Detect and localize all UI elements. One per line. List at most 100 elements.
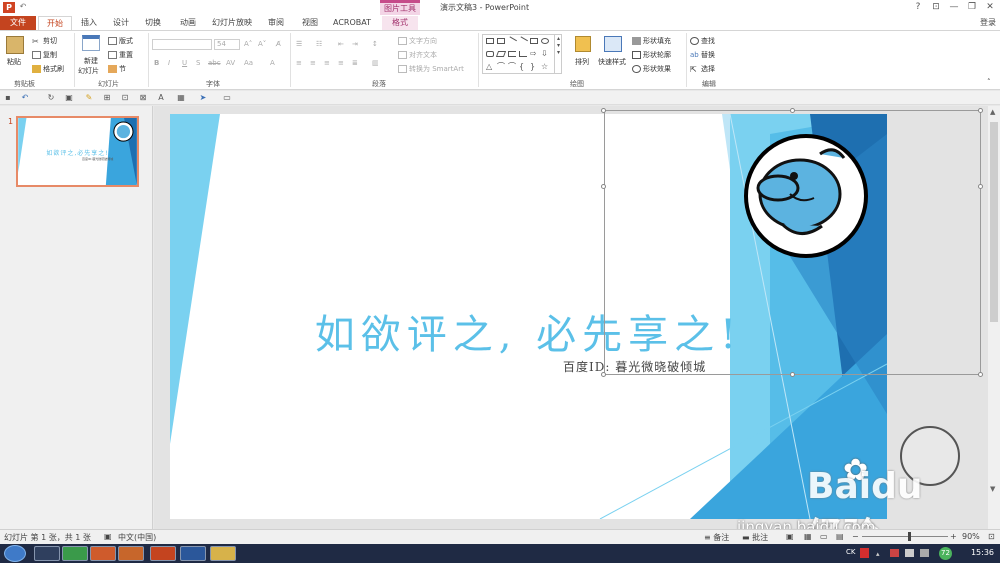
resize-handle[interactable] [978, 108, 983, 113]
tray-arrow-icon[interactable]: ▴ [876, 550, 880, 558]
align-text-button[interactable]: 对齐文本 [398, 50, 437, 60]
bold-icon[interactable]: B [154, 59, 159, 67]
shrink-font-icon[interactable]: A˅ [258, 40, 266, 48]
undo-icon[interactable]: ↶ [18, 2, 28, 12]
section-button[interactable]: 节 [108, 64, 126, 74]
paste-button[interactable]: 粘贴 [7, 57, 21, 67]
shape-bracket-icon[interactable] [508, 51, 516, 57]
shadow-icon[interactable]: S [196, 59, 200, 67]
copy-button[interactable]: 复制 [32, 50, 57, 60]
new-slide-label-2[interactable]: 幻灯片 [78, 66, 99, 76]
quick-styles-icon[interactable] [604, 36, 622, 52]
font-color-icon[interactable]: A [270, 59, 275, 67]
justify-icon[interactable]: ≡ [338, 59, 344, 67]
arrow-style-icon[interactable]: ➤ [198, 93, 208, 103]
save-icon[interactable]: ▪ [3, 93, 13, 103]
spellcheck-icon[interactable]: ▣ [104, 532, 112, 541]
tab-view[interactable]: 视图 [296, 16, 324, 30]
font-name-combo[interactable] [152, 39, 212, 50]
align-objects-icon[interactable]: ⊞ [102, 93, 112, 103]
shape-outline-button[interactable]: 形状轮廓 [632, 50, 671, 60]
taskbar-folder-icon[interactable] [210, 546, 236, 561]
taskbar-clock[interactable]: 15:36 [971, 548, 994, 557]
indent-decrease-icon[interactable]: ⇤ [338, 40, 344, 48]
arrange-icon[interactable] [575, 36, 591, 52]
shapes-gallery[interactable]: ⇨ ⇩ △ ⌒ ⌒ { } ☆ ▴ ▾ ▾ [482, 34, 562, 74]
tray-flag-icon[interactable] [890, 549, 899, 557]
arrange-label[interactable]: 排列 [575, 57, 589, 67]
ribbon-display-icon[interactable]: ⊡ [929, 1, 943, 14]
shape-curve-icon[interactable]: ⌒ [497, 63, 505, 71]
shape-triangle-icon[interactable]: △ [486, 63, 494, 71]
align-left-icon[interactable]: ≡ [296, 59, 302, 67]
shape-effects-button[interactable]: 形状效果 [632, 64, 671, 74]
tab-review[interactable]: 审阅 [262, 16, 290, 30]
resize-handle[interactable] [790, 372, 795, 377]
login-link[interactable]: 登录 [980, 17, 996, 28]
tab-slideshow[interactable]: 幻灯片放映 [208, 16, 256, 30]
resize-handle[interactable] [978, 184, 983, 189]
change-case-icon[interactable]: Aa [244, 59, 253, 67]
tab-design[interactable]: 设计 [108, 16, 134, 30]
select-button[interactable]: ⇱ 选择 [690, 64, 715, 74]
taskbar-chrome-icon[interactable] [90, 546, 116, 561]
taskbar-word-icon[interactable] [180, 546, 206, 561]
zoom-level[interactable]: 90% [962, 532, 980, 541]
help-icon[interactable]: ? [911, 1, 925, 14]
clear-format-icon[interactable]: A̸ [276, 40, 281, 48]
zoom-in-icon[interactable]: + [950, 532, 957, 541]
char-spacing-icon[interactable]: AV [226, 59, 235, 67]
shape-arrow-icon[interactable] [518, 36, 528, 46]
shape-down-arrow-icon[interactable]: ⇩ [541, 50, 549, 58]
quick-styles-label[interactable]: 快速样式 [598, 57, 626, 67]
reading-view-icon[interactable]: ▭ [820, 532, 828, 541]
fit-slide-icon[interactable]: ⊡ [988, 532, 995, 541]
shape-rect-icon[interactable] [530, 38, 538, 44]
normal-view-icon[interactable]: ▣ [786, 532, 794, 541]
table-icon[interactable]: ▦ [176, 93, 186, 103]
italic-icon[interactable]: I [168, 59, 170, 67]
slideshow-icon[interactable]: ▤ [836, 532, 844, 541]
indent-increase-icon[interactable]: ⇥ [352, 40, 358, 48]
align-center-icon[interactable]: ≡ [310, 59, 316, 67]
slide-sorter-icon[interactable]: ▦ [804, 532, 812, 541]
distribute-icon[interactable]: ≣ [352, 59, 358, 67]
gallery-scroll-icon[interactable]: ▴ ▾ ▾ [554, 35, 562, 73]
scroll-down-icon[interactable]: ▼ [990, 485, 995, 493]
resize-handle[interactable] [978, 372, 983, 377]
new-slide-icon[interactable] [82, 35, 100, 51]
tab-insert[interactable]: 插入 [76, 16, 102, 30]
strikethrough-icon[interactable]: abc [208, 59, 221, 67]
line-spacing-icon[interactable]: ↕ [372, 40, 378, 48]
taskbar-wechat-icon[interactable] [62, 546, 88, 561]
shape-elbow-icon[interactable] [519, 51, 527, 57]
text-style-icon[interactable]: A [156, 93, 166, 103]
comments-button[interactable]: ▬ 批注 [742, 532, 768, 543]
taskbar-powerpoint-icon[interactable] [150, 546, 176, 561]
notes-button[interactable]: ≡ 备注 [704, 532, 729, 543]
font-size-combo[interactable]: 54 [214, 39, 240, 50]
language-indicator[interactable]: 中文(中国) [118, 532, 156, 543]
zoom-slider[interactable] [862, 536, 948, 537]
start-from-beginning-icon[interactable]: ▣ [64, 93, 74, 103]
redo-icon[interactable]: ↻ [46, 93, 56, 103]
format-painter-button[interactable]: 格式刷 [32, 64, 64, 74]
find-button[interactable]: 查找 [690, 36, 715, 46]
layout-button[interactable]: 版式 [108, 36, 133, 46]
shape-brace-right-icon[interactable]: } [530, 63, 538, 71]
scrollbar-thumb[interactable] [990, 122, 998, 322]
minimize-icon[interactable]: — [947, 1, 961, 14]
bullets-icon[interactable]: ☰ [296, 40, 302, 48]
shape-right-arrow-icon[interactable]: ⇨ [530, 50, 538, 58]
shape-textbox-icon[interactable] [486, 38, 494, 44]
smartart-button[interactable]: 转换为 SmartArt [398, 64, 464, 74]
undo-icon[interactable]: ↶ [20, 93, 30, 103]
resize-handle[interactable] [601, 184, 606, 189]
resize-icon[interactable]: ⊠ [138, 93, 148, 103]
shape-fill-button[interactable]: 形状填充 [632, 36, 671, 46]
taskbar-app-icon[interactable] [34, 546, 60, 561]
paste-icon[interactable] [6, 36, 24, 54]
picture-selection-frame[interactable] [604, 110, 981, 375]
new-slide-label[interactable]: 新建 [84, 56, 98, 66]
numbering-icon[interactable]: ☷ [316, 40, 322, 48]
